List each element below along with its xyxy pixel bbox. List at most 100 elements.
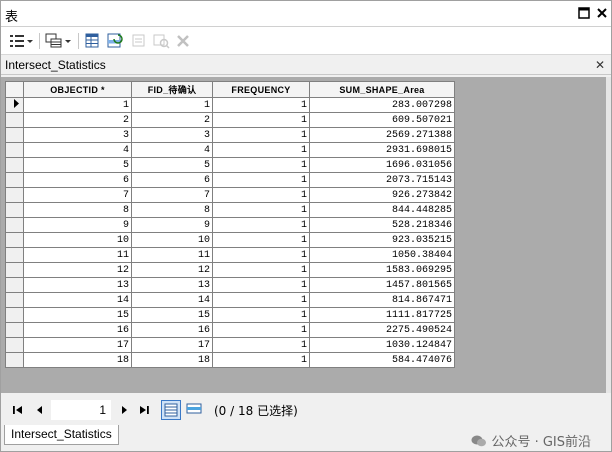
switch-selection-icon[interactable] [105, 31, 125, 51]
sum-shape-area-cell[interactable]: 1696.031056 [309, 157, 455, 173]
objectid-cell[interactable]: 6 [23, 172, 132, 188]
table-row[interactable]: 16 16 1 2275.490524 [5, 322, 455, 338]
last-record-icon[interactable] [137, 403, 151, 417]
row-selector[interactable] [5, 142, 24, 158]
table-options-icon[interactable] [7, 31, 27, 51]
fid-cell[interactable]: 9 [131, 217, 213, 233]
frequency-cell[interactable]: 1 [212, 322, 310, 338]
sum-shape-area-cell[interactable]: 2073.715143 [309, 172, 455, 188]
fid-cell[interactable]: 14 [131, 292, 213, 308]
first-record-icon[interactable] [11, 403, 25, 417]
table-row[interactable]: 14 14 1 814.867471 [5, 292, 455, 308]
vertical-scrollbar[interactable] [606, 77, 611, 393]
frequency-cell[interactable]: 1 [212, 217, 310, 233]
show-selected-records-icon[interactable] [185, 400, 205, 420]
delete-selected-icon[interactable] [173, 31, 193, 51]
objectid-cell[interactable]: 14 [23, 292, 132, 308]
objectid-cell[interactable]: 8 [23, 202, 132, 218]
sum-shape-area-cell[interactable]: 1583.069295 [309, 262, 455, 278]
fid-cell[interactable]: 4 [131, 142, 213, 158]
frequency-cell[interactable]: 1 [212, 202, 310, 218]
table-row[interactable]: 5 5 1 1696.031056 [5, 157, 455, 173]
column-header-frequency[interactable]: FREQUENCY [212, 81, 310, 98]
fid-cell[interactable]: 2 [131, 112, 213, 128]
table-row[interactable]: 1 1 1 283.007298 [5, 97, 455, 113]
header-corner[interactable] [5, 81, 24, 98]
sum-shape-area-cell[interactable]: 2569.271388 [309, 127, 455, 143]
sum-shape-area-cell[interactable]: 1111.817725 [309, 307, 455, 323]
table-row[interactable]: 10 10 1 923.035215 [5, 232, 455, 248]
row-selector[interactable] [5, 232, 24, 248]
sum-shape-area-cell[interactable]: 528.218346 [309, 217, 455, 233]
fid-cell[interactable]: 10 [131, 232, 213, 248]
current-record-field[interactable]: 1 [51, 400, 111, 420]
objectid-cell[interactable]: 13 [23, 277, 132, 293]
fid-cell[interactable]: 18 [131, 352, 213, 368]
row-selector[interactable] [5, 247, 24, 263]
row-selector[interactable] [5, 172, 24, 188]
fid-cell[interactable]: 15 [131, 307, 213, 323]
objectid-cell[interactable]: 10 [23, 232, 132, 248]
objectid-cell[interactable]: 15 [23, 307, 132, 323]
window-close-icon[interactable] [595, 6, 609, 20]
objectid-cell[interactable]: 5 [23, 157, 132, 173]
sum-shape-area-cell[interactable]: 2931.698015 [309, 142, 455, 158]
objectid-cell[interactable]: 11 [23, 247, 132, 263]
frequency-cell[interactable]: 1 [212, 112, 310, 128]
frequency-cell[interactable]: 1 [212, 337, 310, 353]
frequency-cell[interactable]: 1 [212, 277, 310, 293]
row-selector[interactable] [5, 217, 24, 233]
fid-cell[interactable]: 6 [131, 172, 213, 188]
tab-intersect-statistics[interactable]: Intersect_Statistics [4, 425, 119, 445]
related-tables-icon[interactable] [44, 31, 64, 51]
objectid-cell[interactable]: 16 [23, 322, 132, 338]
next-record-icon[interactable] [117, 403, 131, 417]
row-selector[interactable] [5, 307, 24, 323]
select-by-attributes-icon[interactable] [83, 31, 103, 51]
previous-record-icon[interactable] [33, 403, 47, 417]
fid-cell[interactable]: 11 [131, 247, 213, 263]
table-row[interactable]: 15 15 1 1111.817725 [5, 307, 455, 323]
frequency-cell[interactable]: 1 [212, 172, 310, 188]
objectid-cell[interactable]: 3 [23, 127, 132, 143]
fid-cell[interactable]: 12 [131, 262, 213, 278]
frequency-cell[interactable]: 1 [212, 307, 310, 323]
row-selector[interactable] [5, 277, 24, 293]
objectid-cell[interactable]: 9 [23, 217, 132, 233]
objectid-cell[interactable]: 12 [23, 262, 132, 278]
sum-shape-area-cell[interactable]: 844.448285 [309, 202, 455, 218]
column-header-objectid[interactable]: OBJECTID * [23, 81, 132, 98]
dropdown-arrow-icon[interactable] [63, 31, 73, 51]
sum-shape-area-cell[interactable]: 2275.490524 [309, 322, 455, 338]
objectid-cell[interactable]: 18 [23, 352, 132, 368]
sum-shape-area-cell[interactable]: 1457.801565 [309, 277, 455, 293]
table-row[interactable]: 17 17 1 1030.124847 [5, 337, 455, 353]
sum-shape-area-cell[interactable]: 1030.124847 [309, 337, 455, 353]
frequency-cell[interactable]: 1 [212, 352, 310, 368]
row-selector[interactable] [5, 127, 24, 143]
frequency-cell[interactable]: 1 [212, 187, 310, 203]
fid-cell[interactable]: 5 [131, 157, 213, 173]
row-selector[interactable] [5, 292, 24, 308]
sum-shape-area-cell[interactable]: 609.507021 [309, 112, 455, 128]
objectid-cell[interactable]: 4 [23, 142, 132, 158]
frequency-cell[interactable]: 1 [212, 247, 310, 263]
row-selector[interactable] [5, 322, 24, 338]
table-row[interactable]: 7 7 1 926.273842 [5, 187, 455, 203]
frequency-cell[interactable]: 1 [212, 292, 310, 308]
table-row[interactable]: 4 4 1 2931.698015 [5, 142, 455, 158]
window-restore-icon[interactable] [577, 6, 591, 20]
table-row[interactable]: 8 8 1 844.448285 [5, 202, 455, 218]
sum-shape-area-cell[interactable]: 814.867471 [309, 292, 455, 308]
frequency-cell[interactable]: 1 [212, 262, 310, 278]
frequency-cell[interactable]: 1 [212, 142, 310, 158]
fid-cell[interactable]: 16 [131, 322, 213, 338]
sum-shape-area-cell[interactable]: 926.273842 [309, 187, 455, 203]
row-selector[interactable] [5, 352, 24, 368]
table-row[interactable]: 12 12 1 1583.069295 [5, 262, 455, 278]
objectid-cell[interactable]: 1 [23, 97, 132, 113]
fid-cell[interactable]: 13 [131, 277, 213, 293]
column-header-sum-shape-area[interactable]: SUM_SHAPE_Area [309, 81, 455, 98]
row-selector[interactable] [5, 157, 24, 173]
panel-close-icon[interactable]: ✕ [595, 58, 605, 72]
